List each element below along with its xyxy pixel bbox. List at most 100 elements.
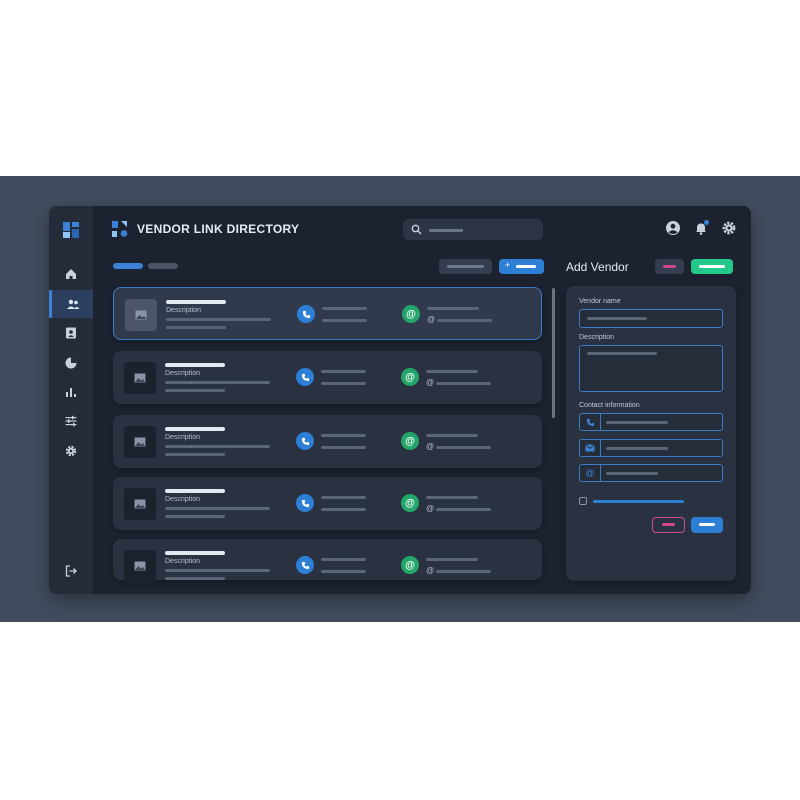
vendor-name xyxy=(165,363,225,367)
email-icon[interactable]: @ xyxy=(402,305,420,323)
add-vendor-button[interactable]: + xyxy=(499,259,544,274)
phone-field[interactable] xyxy=(579,413,723,431)
image-icon xyxy=(134,437,146,447)
vendor-name-field[interactable] xyxy=(579,309,723,328)
phone-icon xyxy=(580,414,601,430)
description-line xyxy=(165,381,270,384)
users-icon xyxy=(66,299,79,309)
email-icon[interactable]: @ xyxy=(401,556,419,574)
notification-badge xyxy=(704,220,709,225)
image-icon xyxy=(135,310,147,320)
email-line xyxy=(426,558,478,561)
vendor-description-label: Description xyxy=(165,370,201,377)
contacts-icon xyxy=(66,327,76,339)
sort-button[interactable] xyxy=(439,259,492,274)
description-label: Description xyxy=(579,334,615,341)
mail-icon xyxy=(580,440,601,456)
phone-icon[interactable] xyxy=(297,305,315,323)
sidebar-item-vendors[interactable] xyxy=(49,290,93,318)
vendor-description-label: Description xyxy=(165,496,201,503)
profile-button[interactable] xyxy=(665,220,681,236)
vendor-description-label: Description xyxy=(165,434,201,441)
user-avatar-icon xyxy=(666,221,680,235)
header-actions xyxy=(665,220,737,236)
email-line xyxy=(426,496,478,499)
form-submit-button[interactable] xyxy=(691,517,723,533)
vendor-thumbnail xyxy=(125,299,157,331)
vendor-card[interactable]: Description @ @ xyxy=(113,539,542,582)
search-icon xyxy=(411,224,422,235)
phone-line xyxy=(321,558,366,561)
email-icon[interactable]: @ xyxy=(401,494,419,512)
search-input[interactable] xyxy=(403,219,543,240)
email-icon[interactable]: @ xyxy=(401,368,419,386)
email-line xyxy=(436,382,491,385)
filter-tab-active[interactable] xyxy=(113,263,143,269)
logout-icon xyxy=(65,565,77,577)
sidebar-item-contacts[interactable] xyxy=(49,319,93,347)
phone-icon[interactable] xyxy=(296,432,314,450)
phone-line xyxy=(321,570,366,573)
main-area: VENDOR LINK DIRECTORY + Description @ @ … xyxy=(93,206,751,594)
at-icon: @ xyxy=(426,378,435,387)
contact-info-label: Contact information xyxy=(579,402,640,409)
sidebar-item-analytics[interactable] xyxy=(49,378,93,406)
description-line xyxy=(165,445,270,448)
phone-icon[interactable] xyxy=(296,556,314,574)
description-line xyxy=(165,515,225,518)
at-icon: @ xyxy=(580,465,601,481)
phone-line xyxy=(321,496,366,499)
phone-line xyxy=(321,370,366,373)
description-line xyxy=(165,389,225,392)
vendor-thumbnail xyxy=(124,426,156,458)
description-field[interactable] xyxy=(579,345,723,392)
vendor-card[interactable]: Description @ @ xyxy=(113,415,542,468)
phone-line xyxy=(321,434,366,437)
email-line xyxy=(436,508,491,511)
checkbox-label xyxy=(593,500,684,503)
bar-chart-icon xyxy=(66,388,76,397)
app-logo-icon xyxy=(112,221,128,237)
sidebar-item-settings[interactable] xyxy=(49,437,93,465)
phone-line xyxy=(321,508,366,511)
vendor-card[interactable]: Description @ @ xyxy=(113,287,542,340)
form-cancel-button[interactable] xyxy=(652,517,685,533)
at-icon: @ xyxy=(426,566,435,575)
plus-icon: + xyxy=(505,260,511,270)
sidebar-item-reports[interactable] xyxy=(49,349,93,377)
sidebar-item-filters[interactable] xyxy=(49,407,93,435)
phone-icon[interactable] xyxy=(296,494,314,512)
vendor-thumbnail xyxy=(124,488,156,520)
cancel-button[interactable] xyxy=(655,259,684,274)
sidebar xyxy=(49,206,93,594)
vendor-description-label: Description xyxy=(165,558,201,565)
checkbox[interactable] xyxy=(579,497,587,505)
scrollbar-thumb[interactable] xyxy=(552,288,555,418)
email-field[interactable] xyxy=(579,439,723,457)
page-title: VENDOR LINK DIRECTORY xyxy=(137,222,300,236)
filter-tab[interactable] xyxy=(148,263,178,269)
image-icon xyxy=(134,373,146,383)
vendor-description-label: Description xyxy=(166,307,202,314)
vendor-name xyxy=(165,489,225,493)
web-field[interactable]: @ xyxy=(579,464,723,482)
at-icon: @ xyxy=(426,504,435,513)
email-line xyxy=(436,446,491,449)
phone-icon[interactable] xyxy=(296,368,314,386)
vendor-card[interactable]: Description @ @ xyxy=(113,351,542,404)
vendor-name-label: Vendor name xyxy=(579,298,621,305)
phone-line xyxy=(322,307,367,310)
sidebar-item-logout[interactable] xyxy=(49,557,93,585)
description-line xyxy=(165,577,225,580)
email-icon[interactable]: @ xyxy=(401,432,419,450)
settings-button[interactable] xyxy=(721,220,737,236)
sidebar-item-home[interactable] xyxy=(49,260,93,288)
email-line xyxy=(436,570,491,573)
add-vendor-form: Vendor name Description Contact informat… xyxy=(566,286,736,581)
phone-line xyxy=(321,446,366,449)
vendor-card[interactable]: Description @ @ xyxy=(113,477,542,530)
notifications-button[interactable] xyxy=(693,220,709,236)
at-icon: @ xyxy=(426,442,435,451)
save-button[interactable] xyxy=(691,259,733,274)
pie-icon xyxy=(65,357,77,369)
